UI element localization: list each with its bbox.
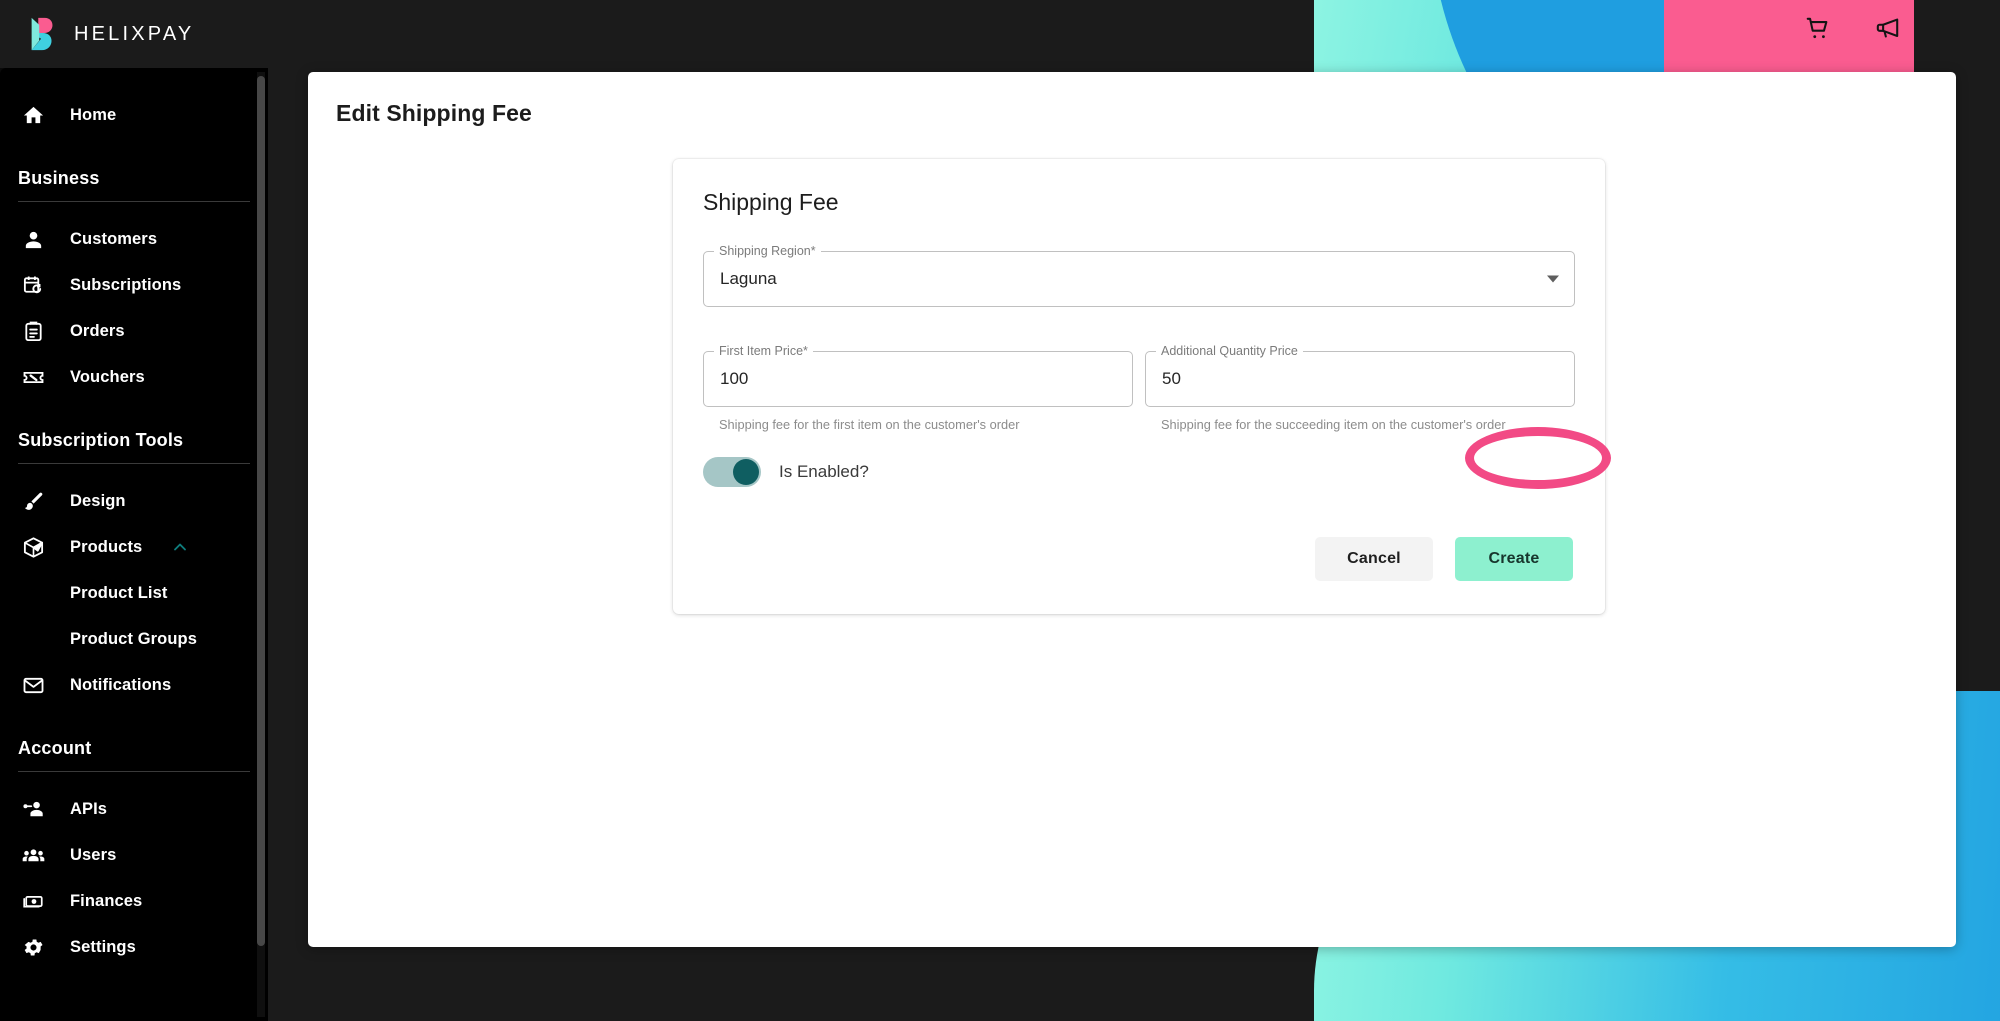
sidebar-item-label: Product Groups (70, 629, 197, 648)
helixpay-logo-icon (26, 16, 60, 52)
sidebar-section-subscription-tools: Subscription Tools (0, 400, 268, 464)
key-person-icon (18, 794, 48, 824)
first-item-price-value: 100 (720, 369, 749, 388)
cancel-button[interactable]: Cancel (1315, 537, 1433, 581)
sidebar-item-settings[interactable]: Settings (0, 924, 268, 970)
sidebar-nav-scroll: Home Business Customers Subscriptions Or… (0, 68, 268, 1021)
additional-quantity-price-label: Additional Quantity Price (1156, 343, 1303, 359)
shipping-region-select[interactable]: Shipping Region* Laguna (703, 243, 1575, 307)
page-title: Edit Shipping Fee (336, 100, 532, 126)
sidebar-item-vouchers[interactable]: Vouchers (0, 354, 268, 400)
sidebar-item-label: Users (70, 845, 117, 864)
card-title: Shipping Fee (703, 189, 839, 215)
additional-quantity-price-helper: Shipping fee for the succeeding item on … (1161, 417, 1506, 432)
additional-quantity-price-input[interactable]: Additional Quantity Price 50 (1145, 343, 1575, 407)
box-icon (18, 532, 48, 562)
sidebar-section-title: Business (18, 168, 100, 188)
clipboard-icon (18, 316, 48, 346)
divider (18, 771, 250, 772)
sidebar-item-label: Product List (70, 583, 168, 602)
shipping-fee-card: Shipping Fee Shipping Region* Laguna Fir… (673, 159, 1605, 614)
person-icon (18, 224, 48, 254)
sidebar-item-notifications[interactable]: Notifications (0, 662, 268, 708)
first-item-price-helper: Shipping fee for the first item on the c… (719, 417, 1020, 432)
people-group-icon (18, 840, 48, 870)
brand[interactable]: HELIXPAY (0, 0, 268, 68)
divider (18, 201, 250, 202)
shipping-region-label: Shipping Region* (714, 243, 821, 259)
sidebar-item-label: Subscriptions (70, 275, 182, 294)
envelope-icon (18, 670, 48, 700)
paintbrush-icon (18, 486, 48, 516)
topbar-icons (1804, 14, 1902, 42)
sidebar-item-products[interactable]: Products (0, 524, 268, 570)
sidebar-item-label: Vouchers (70, 367, 145, 386)
sidebar-section-title: Account (18, 738, 92, 758)
sidebar-item-label: Notifications (70, 675, 172, 694)
brand-name: HELIXPAY (74, 22, 195, 45)
sidebar-item-label: Settings (70, 937, 136, 956)
sidebar-scrollbar-thumb[interactable] (257, 76, 265, 946)
sidebar-item-label: Design (70, 491, 126, 510)
sidebar-section-account: Account (0, 708, 268, 772)
form-actions: Cancel Create (673, 537, 1605, 581)
create-button[interactable]: Create (1455, 537, 1573, 581)
sidebar-section-title: Subscription Tools (18, 430, 184, 450)
field-frame (703, 251, 1575, 307)
megaphone-icon[interactable] (1874, 14, 1902, 42)
field-frame (703, 351, 1133, 407)
voucher-percent-icon (18, 362, 48, 392)
chevron-up-icon[interactable] (170, 537, 190, 557)
additional-quantity-price-value: 50 (1162, 369, 1181, 388)
sidebar-item-label: Products (70, 537, 143, 556)
divider (18, 463, 250, 464)
home-icon (18, 100, 48, 130)
sidebar-section-business: Business (0, 138, 268, 202)
sidebar: HELIXPAY Home Business Customers Subscri… (0, 0, 268, 1021)
sidebar-item-product-groups[interactable]: Product Groups (0, 616, 268, 662)
sidebar-item-customers[interactable]: Customers (0, 216, 268, 262)
shopping-cart-icon[interactable] (1804, 14, 1832, 42)
sidebar-item-users[interactable]: Users (0, 832, 268, 878)
calendar-sync-icon (18, 270, 48, 300)
first-item-price-label: First Item Price* (714, 343, 813, 359)
sidebar-item-product-list[interactable]: Product List (0, 570, 268, 616)
main-content-panel: Edit Shipping Fee Shipping Fee Shipping … (308, 72, 1956, 947)
sidebar-item-finances[interactable]: Finances (0, 878, 268, 924)
money-icon (18, 886, 48, 916)
sidebar-item-label: Home (70, 105, 117, 124)
sidebar-item-label: APIs (70, 799, 108, 818)
sidebar-item-design[interactable]: Design (0, 478, 268, 524)
sidebar-item-label: Finances (70, 891, 143, 910)
sidebar-item-label: Orders (70, 321, 125, 340)
shipping-region-value: Laguna (720, 269, 777, 288)
app-root: HELIXPAY Home Business Customers Subscri… (0, 0, 2000, 1021)
toggle-knob (733, 459, 759, 485)
is-enabled-toggle[interactable] (703, 457, 761, 487)
is-enabled-row: Is Enabled? (703, 457, 869, 487)
chevron-down-icon[interactable] (1547, 275, 1559, 283)
sidebar-item-apis[interactable]: APIs (0, 786, 268, 832)
gear-icon (18, 932, 48, 962)
sidebar-item-label: Customers (70, 229, 158, 248)
sidebar-item-orders[interactable]: Orders (0, 308, 268, 354)
first-item-price-input[interactable]: First Item Price* 100 (703, 343, 1133, 407)
sidebar-item-subscriptions[interactable]: Subscriptions (0, 262, 268, 308)
is-enabled-label: Is Enabled? (779, 462, 869, 481)
field-frame (1145, 351, 1575, 407)
sidebar-item-home[interactable]: Home (0, 92, 268, 138)
